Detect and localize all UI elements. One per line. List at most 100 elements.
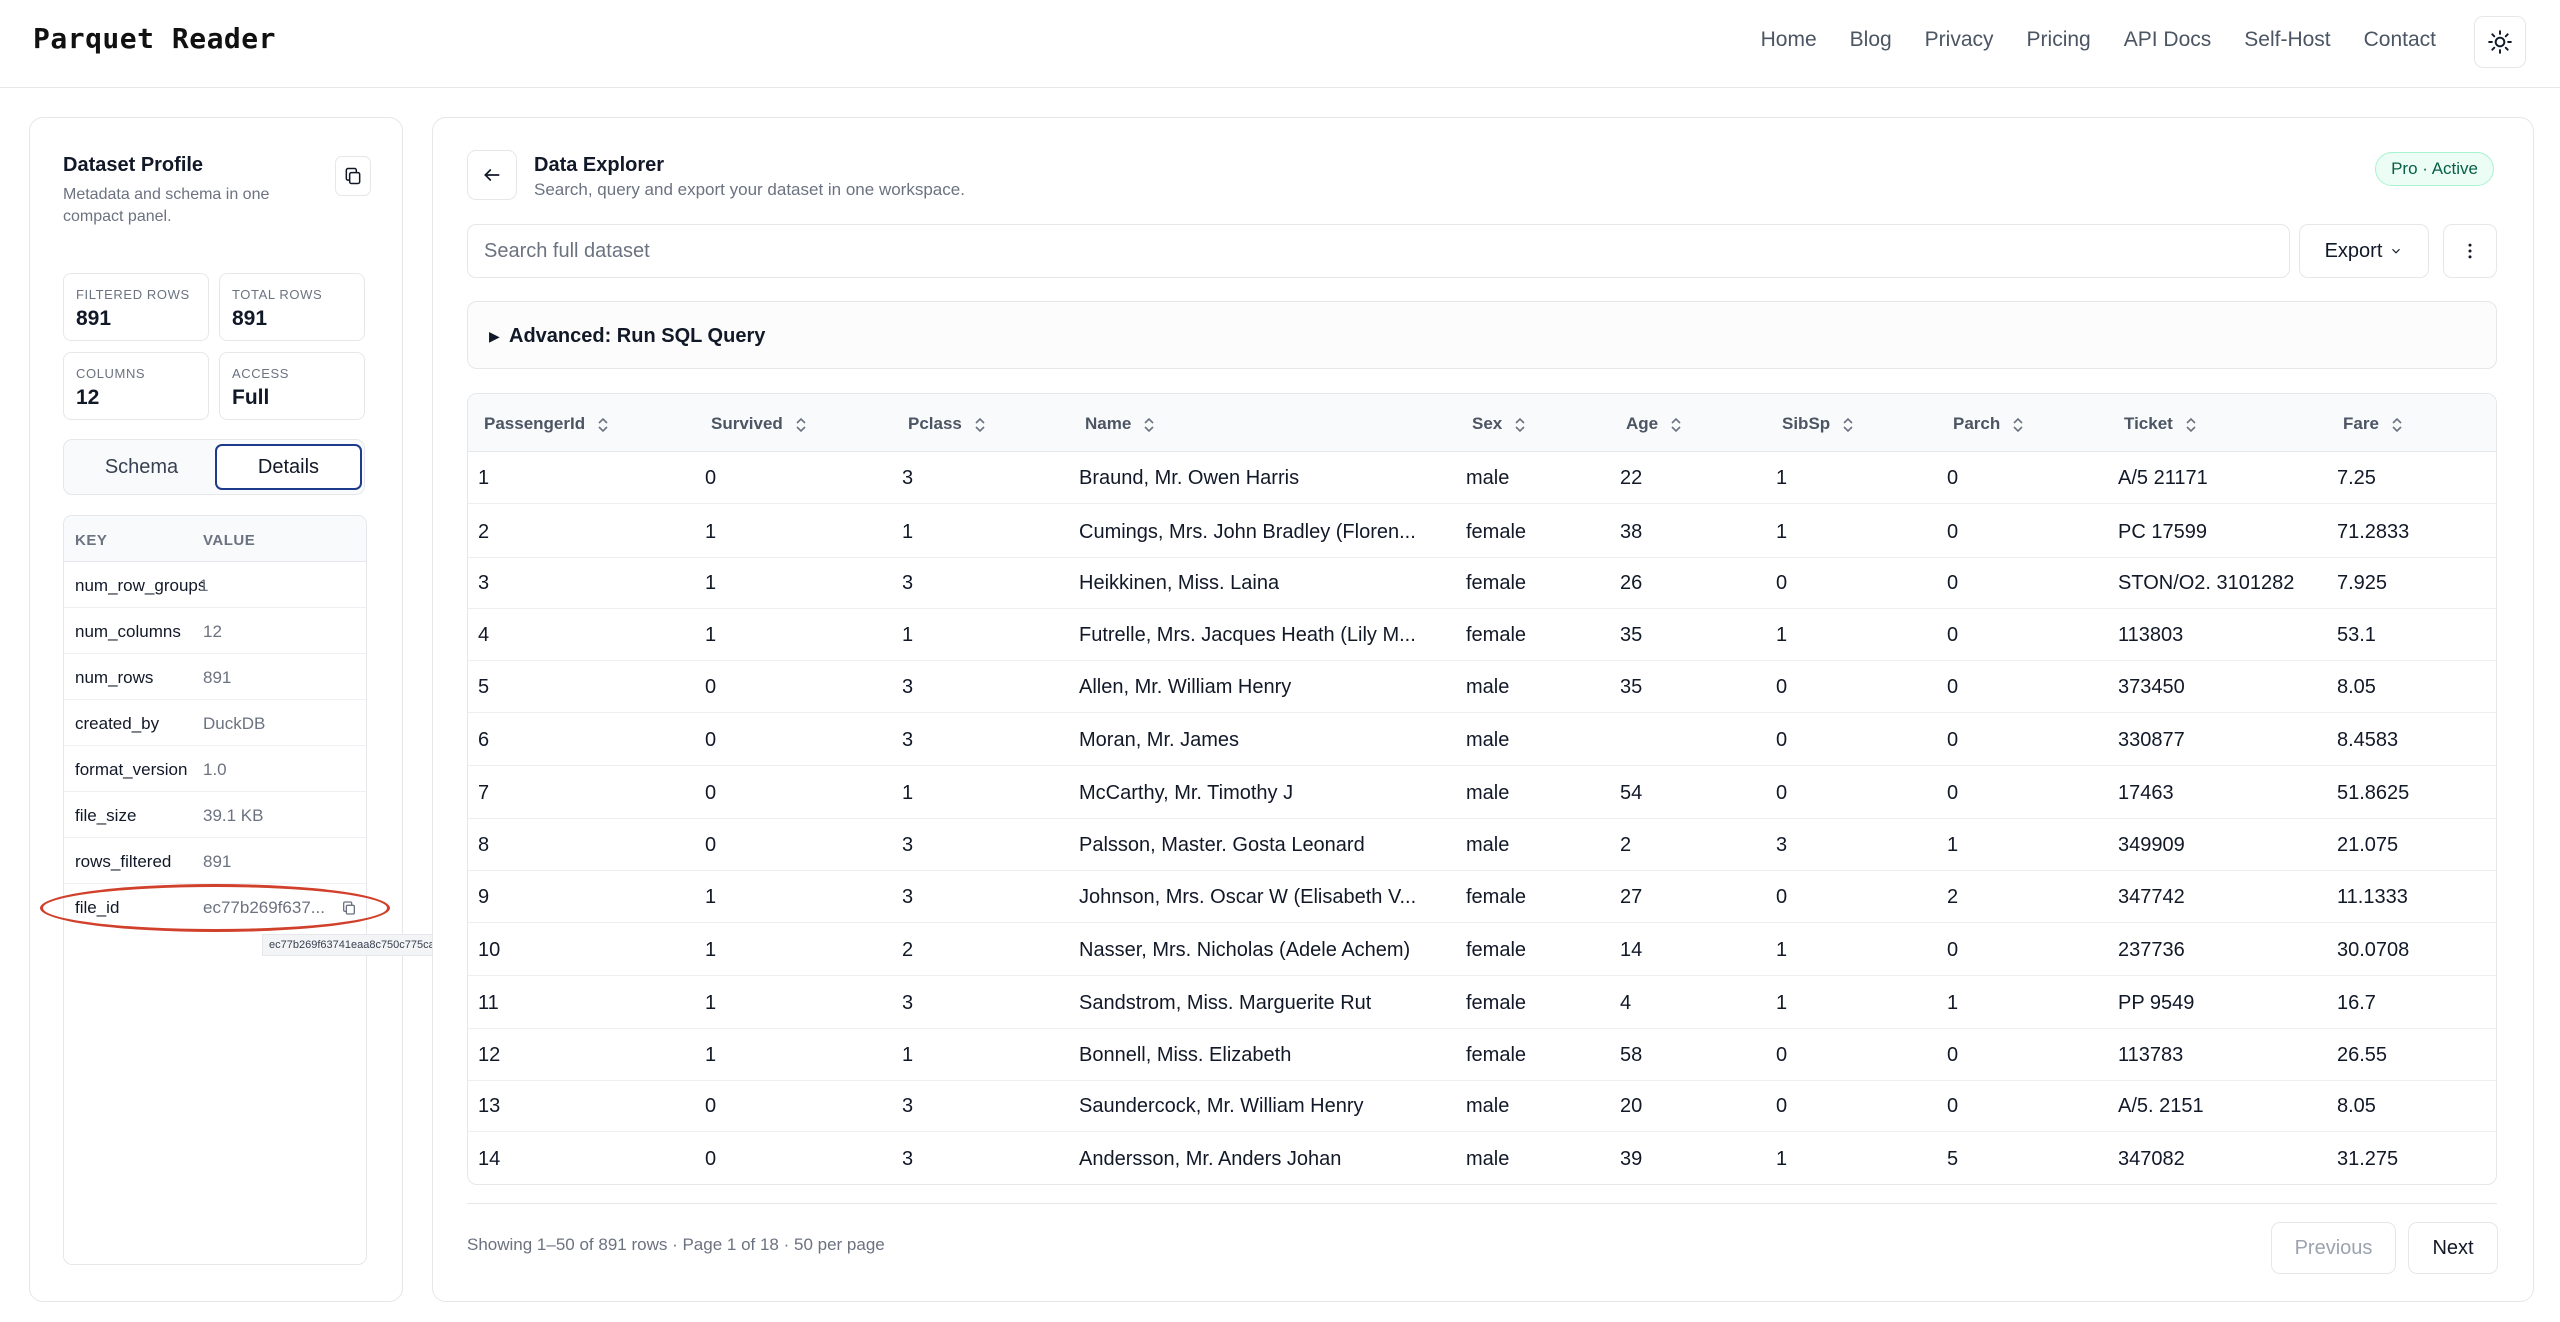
profile-view-toggle: Schema Details <box>63 439 365 495</box>
stat-value: 891 <box>232 307 268 330</box>
copy-profile-button[interactable] <box>335 156 371 196</box>
cell-fare: 7.25 <box>2337 467 2376 489</box>
table-row[interactable]: 3 1 3 Heikkinen, Miss. Laina female 26 0 0 STON/… <box>468 557 2496 609</box>
details-row: num_columns 12 <box>64 608 366 654</box>
nav-blog[interactable]: Blog <box>1850 28 1892 52</box>
tab-schema[interactable]: Schema <box>68 444 215 490</box>
table-row[interactable]: 12 1 1 Bonnell, Miss. Elizabeth female 58 0 0 11… <box>468 1029 2496 1081</box>
column-header-age[interactable]: Age <box>1626 414 1682 434</box>
search-input[interactable] <box>467 224 2290 278</box>
previous-page-button[interactable]: Previous <box>2271 1222 2396 1274</box>
cell-name: Johnson, Mrs. Oscar W (Elisabeth V... <box>1079 886 1417 908</box>
table-row[interactable]: 10 1 2 Nasser, Mrs. Nicholas (Adele Achem) f… <box>468 924 2496 976</box>
sort-icon <box>1843 417 1853 432</box>
nav-pricing[interactable]: Pricing <box>2027 28 2091 52</box>
detail-key: rows_filtered <box>75 852 172 871</box>
table-row[interactable]: 1 0 3 Braund, Mr. Owen Harris male 22 1 0 A/5 21… <box>468 452 2496 504</box>
cell-ticket: 17463 <box>2118 782 2174 804</box>
sort-icon <box>975 417 985 432</box>
column-header-label: Ticket <box>2124 414 2173 433</box>
column-header-passengerid[interactable]: PassengerId <box>484 414 609 434</box>
cell-parch: 5 <box>1947 1148 1959 1170</box>
cell-passengerid: 6 <box>478 729 490 751</box>
caret-right-icon: ▶ <box>489 328 500 344</box>
cell-sibsp: 0 <box>1776 782 1788 804</box>
detail-value: 891 <box>203 668 232 687</box>
table-row[interactable]: 9 1 3 Johnson, Mrs. Oscar W (Elisabeth V...… <box>468 871 2496 923</box>
cell-ticket: 349909 <box>2118 834 2185 856</box>
cell-ticket: PC 17599 <box>2118 521 2207 543</box>
sort-icon <box>1515 417 1525 432</box>
cell-name: Allen, Mr. William Henry <box>1079 676 1292 698</box>
stat-value: 891 <box>76 307 112 330</box>
theme-toggle-button[interactable] <box>2474 16 2526 68</box>
column-header-parch[interactable]: Parch <box>1953 414 2024 434</box>
cell-sibsp: 0 <box>1776 729 1788 751</box>
cell-ticket: 330877 <box>2118 729 2185 751</box>
stat-label: COLUMNS <box>76 366 146 381</box>
cell-ticket: PP 9549 <box>2118 992 2195 1014</box>
tab-details[interactable]: Details <box>215 444 362 490</box>
cell-passengerid: 4 <box>478 624 490 646</box>
details-row: num_rows 891 <box>64 654 366 700</box>
table-row[interactable]: 2 1 1 Cumings, Mrs. John Bradley (Floren...… <box>468 506 2496 558</box>
cell-survived: 1 <box>705 992 717 1014</box>
cell-pclass: 3 <box>902 992 914 1014</box>
cell-parch: 0 <box>1947 782 1959 804</box>
sort-icon <box>2013 417 2023 432</box>
column-header-survived[interactable]: Survived <box>711 414 807 434</box>
data-explorer-panel: Data Explorer Search, query and export y… <box>432 117 2534 1302</box>
nav-self-host[interactable]: Self-Host <box>2244 28 2330 52</box>
nav-contact[interactable]: Contact <box>2364 28 2436 52</box>
column-header-sex[interactable]: Sex <box>1472 414 1526 434</box>
table-row[interactable]: 13 0 3 Saundercock, Mr. William Henry male 20… <box>468 1080 2496 1132</box>
top-navigation: Parquet Reader Home Blog Privacy Pricing… <box>0 0 2560 88</box>
brand-logo[interactable]: Parquet Reader <box>33 22 276 55</box>
plan-status-badge: Pro · Active <box>2375 152 2494 186</box>
column-header-pclass[interactable]: Pclass <box>908 414 986 434</box>
cell-survived: 1 <box>705 939 717 961</box>
cell-sibsp: 3 <box>1776 834 1788 856</box>
table-row[interactable]: 14 0 3 Andersson, Mr. Anders Johan male 39 1 5 3… <box>468 1133 2496 1184</box>
cell-parch: 0 <box>1947 1095 1959 1117</box>
column-header-fare[interactable]: Fare <box>2343 414 2403 434</box>
column-header-label: Age <box>1626 414 1659 433</box>
detail-value: 1 <box>199 576 209 595</box>
cell-name: McCarthy, Mr. Timothy J <box>1079 782 1294 804</box>
cell-pclass: 1 <box>902 1044 914 1066</box>
column-header-sibsp[interactable]: SibSp <box>1782 414 1854 434</box>
table-row[interactable]: 8 0 3 Palsson, Master. Gosta Leonard male 2 3 1… <box>468 819 2496 871</box>
cell-name: Bonnell, Miss. Elizabeth <box>1079 1044 1292 1066</box>
more-options-button[interactable] <box>2443 224 2497 278</box>
column-header-label: Parch <box>1953 414 2001 433</box>
cell-sex: male <box>1466 1095 1510 1117</box>
column-header-name[interactable]: Name <box>1085 414 1155 434</box>
detail-key: file_id <box>75 898 120 917</box>
cell-name: Nasser, Mrs. Nicholas (Adele Achem) <box>1079 939 1411 961</box>
table-row[interactable]: 6 0 3 Moran, Mr. James male 0 0 330877 8.4583 <box>468 714 2496 766</box>
detail-value: DuckDB <box>203 714 266 733</box>
cell-fare: 8.05 <box>2337 1095 2376 1117</box>
details-row-file-id: file_id ec77b269f637... <box>64 884 366 930</box>
column-header-ticket[interactable]: Ticket <box>2124 414 2197 434</box>
cell-sex: male <box>1466 782 1510 804</box>
export-button[interactable]: Export <box>2299 224 2429 278</box>
cell-survived: 0 <box>705 1095 717 1117</box>
cell-fare: 31.275 <box>2337 1148 2399 1170</box>
nav-privacy[interactable]: Privacy <box>1925 28 1994 52</box>
table-row[interactable]: 5 0 3 Allen, Mr. William Henry male 35 0 0 37345… <box>468 661 2496 713</box>
cell-name: Cumings, Mrs. John Bradley (Floren... <box>1079 521 1416 543</box>
cell-survived: 0 <box>705 782 717 804</box>
nav-api-docs[interactable]: API Docs <box>2124 28 2212 52</box>
next-page-button[interactable]: Next <box>2408 1222 2498 1274</box>
table-row[interactable]: 11 1 3 Sandstrom, Miss. Marguerite Rut femal… <box>468 977 2496 1029</box>
sql-query-disclosure[interactable]: ▶ Advanced: Run SQL Query <box>467 301 2497 369</box>
table-row[interactable]: 7 0 1 McCarthy, Mr. Timothy J male 54 0 0 17463 5… <box>468 767 2496 819</box>
copy-icon[interactable] <box>340 900 358 916</box>
cell-parch: 0 <box>1947 624 1959 646</box>
details-table: KEY VALUE num_row_groups 1 num_columns 1… <box>63 515 367 1265</box>
nav-home[interactable]: Home <box>1761 28 1817 52</box>
back-button[interactable] <box>467 150 517 200</box>
cell-survived: 1 <box>705 1044 717 1066</box>
table-row[interactable]: 4 1 1 Futrelle, Mrs. Jacques Heath (Lily M.… <box>468 609 2496 661</box>
